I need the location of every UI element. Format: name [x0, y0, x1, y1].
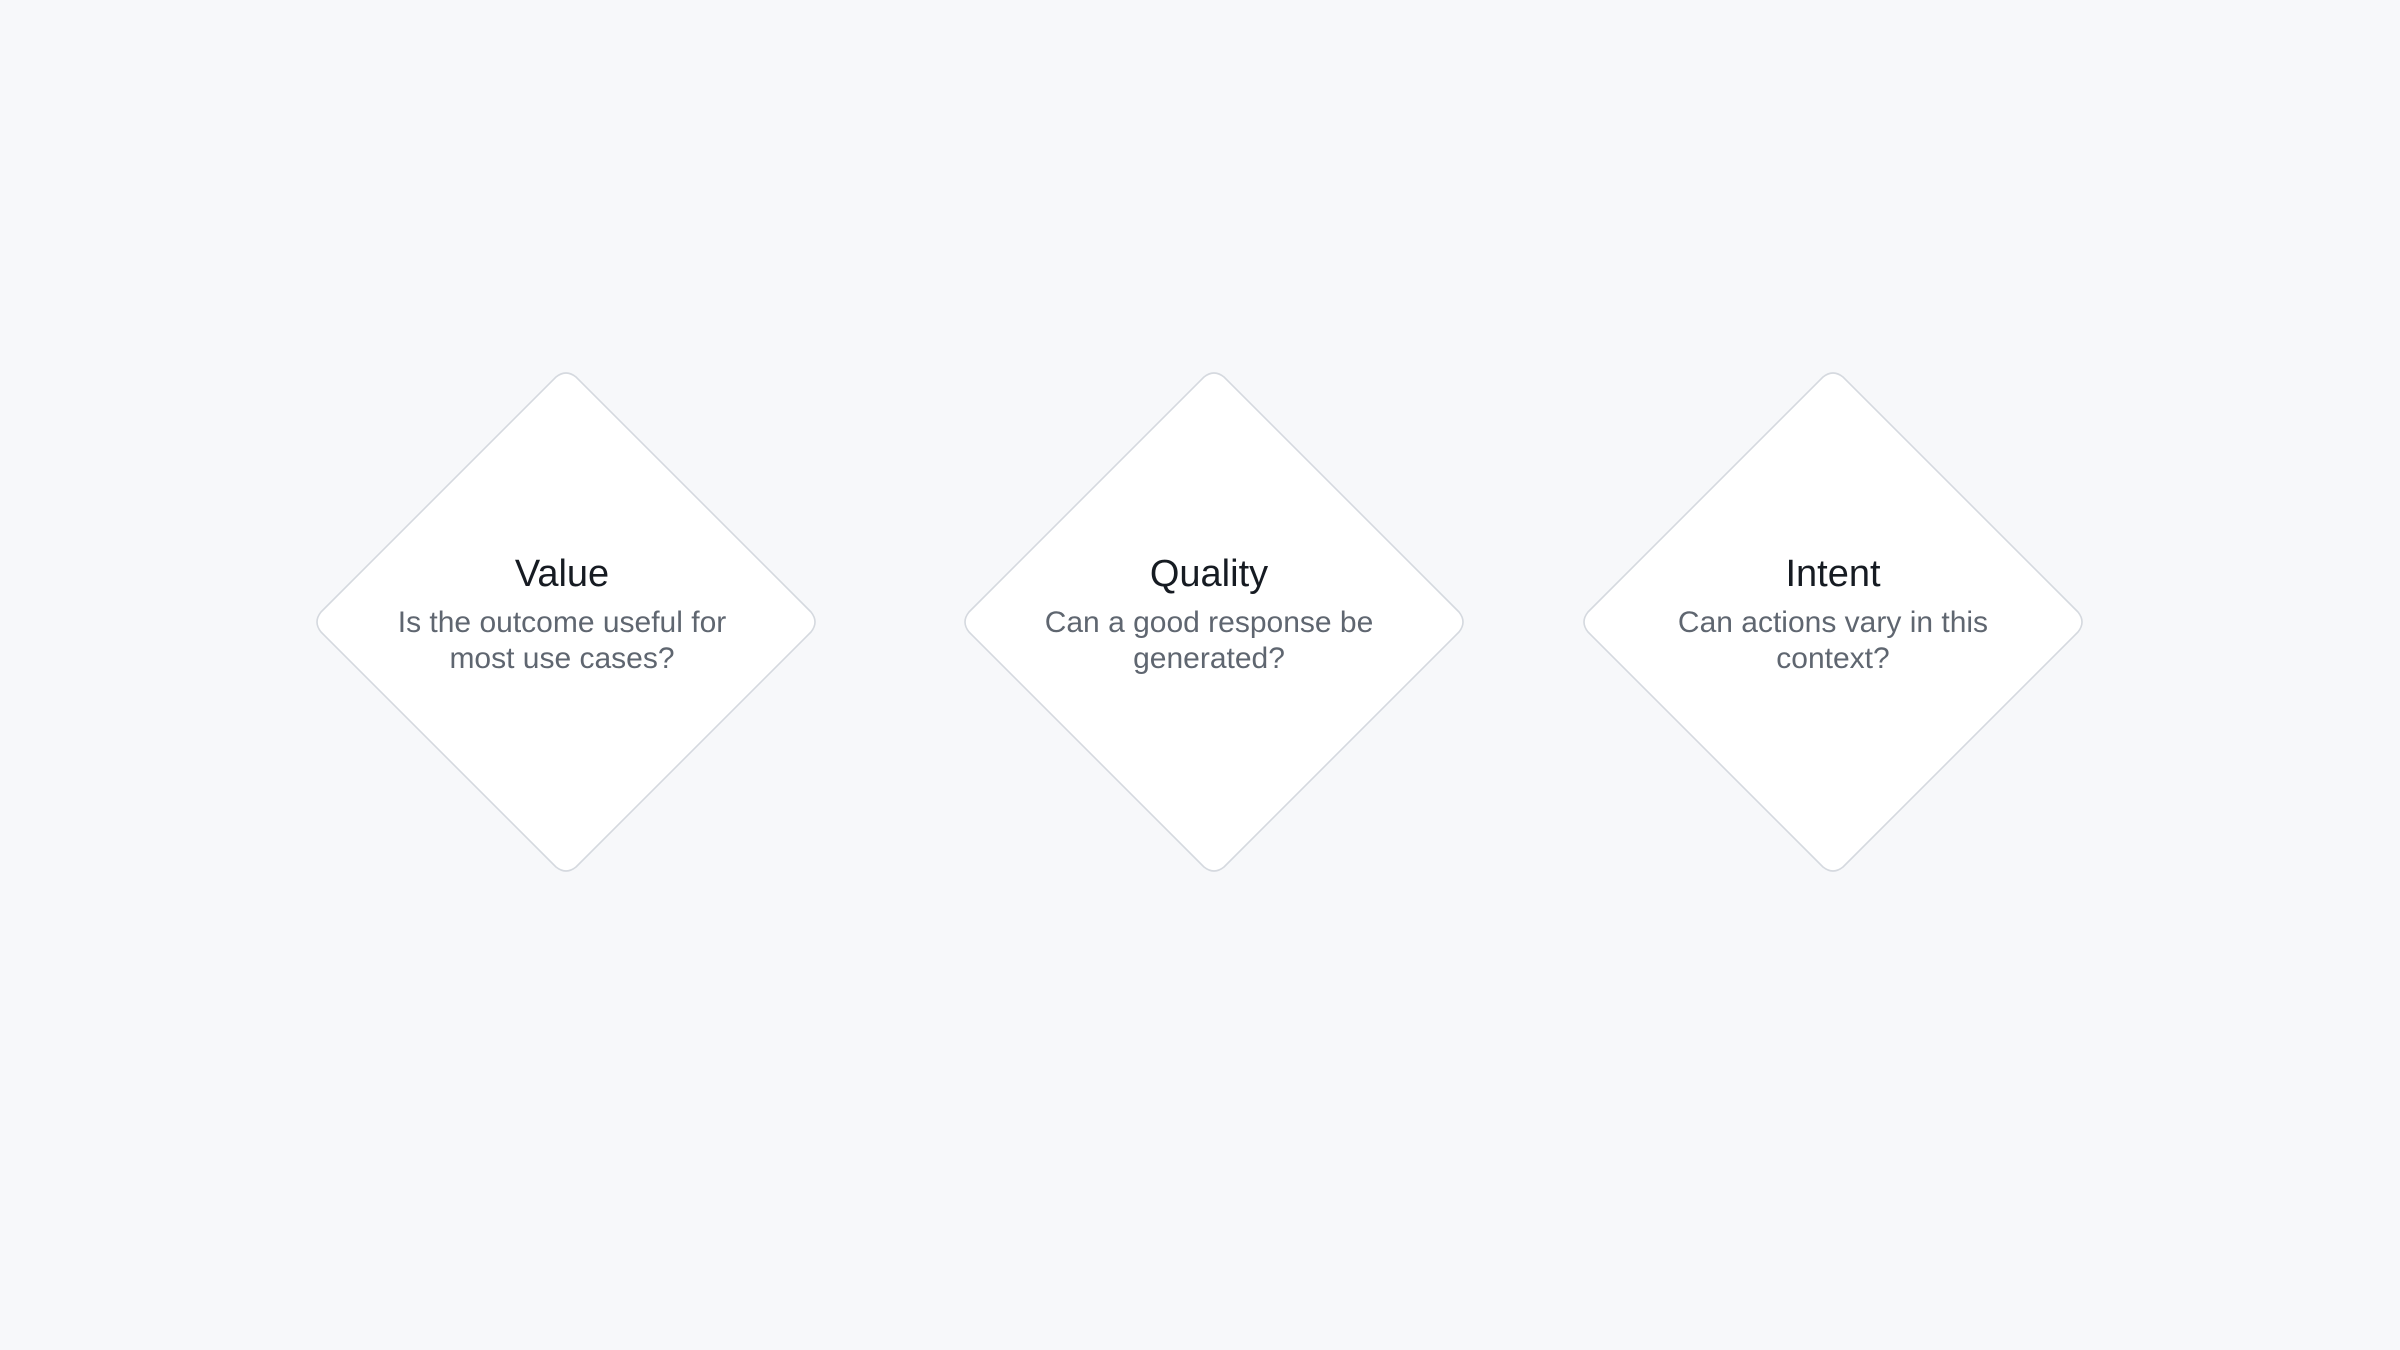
node-intent: Intent Can actions vary in this context?	[1643, 551, 2023, 677]
node-quality: Quality Can a good response be generated…	[1019, 551, 1399, 677]
node-description-intent: Can actions vary in this context?	[1677, 606, 1989, 675]
node-title-intent: Intent	[1785, 553, 1881, 595]
node-value: Value Is the outcome useful for most use…	[372, 551, 752, 677]
diagram-canvas: Value Is the outcome useful for most use…	[0, 0, 2400, 1350]
node-title-value: Value	[514, 553, 610, 595]
node-title-quality: Quality	[1149, 553, 1269, 595]
node-description-value: Is the outcome useful for most use cases…	[397, 606, 727, 675]
node-description-quality: Can a good response be generated?	[1044, 606, 1374, 675]
